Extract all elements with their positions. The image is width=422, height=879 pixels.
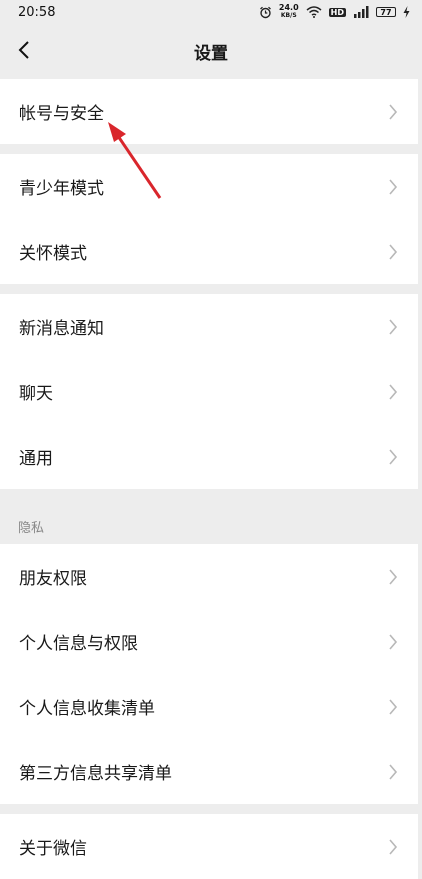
settings-item-label: 关于微信 — [19, 839, 87, 859]
settings-group-privacy: 朋友权限 个人信息与权限 个人信息收集清单 第三方信息共享清单 — [0, 544, 418, 804]
settings-group-account: 帐号与安全 — [0, 79, 418, 144]
settings-item-label: 第三方信息共享清单 — [19, 764, 172, 784]
back-arrow-icon — [18, 41, 29, 59]
settings-item-care-mode[interactable]: 关怀模式 — [0, 219, 418, 284]
settings-item-account-security[interactable]: 帐号与安全 — [0, 79, 418, 144]
chevron-right-icon — [389, 318, 398, 335]
settings-item-label: 聊天 — [19, 384, 53, 404]
settings-item-teen-mode[interactable]: 青少年模式 — [0, 154, 418, 219]
nav-header: 设置 — [0, 24, 422, 78]
charging-icon — [403, 6, 410, 18]
chevron-right-icon — [389, 838, 398, 855]
settings-item-label: 朋友权限 — [19, 569, 87, 589]
settings-item-about-wechat[interactable]: 关于微信 — [0, 814, 418, 879]
settings-group-general: 新消息通知 聊天 通用 — [0, 294, 418, 489]
chevron-right-icon — [389, 763, 398, 780]
settings-item-label: 通用 — [19, 449, 53, 469]
settings-item-friend-permissions[interactable]: 朋友权限 — [0, 544, 418, 609]
settings-item-label: 新消息通知 — [19, 319, 104, 339]
settings-item-third-party-sharing[interactable]: 第三方信息共享清单 — [0, 739, 418, 804]
battery-indicator: 77 — [376, 7, 396, 17]
status-time: 20:58 — [18, 4, 56, 20]
section-label-privacy: 隐私 — [18, 521, 45, 536]
settings-item-personal-info-permissions[interactable]: 个人信息与权限 — [0, 609, 418, 674]
settings-item-chat[interactable]: 聊天 — [0, 359, 418, 424]
hd-badge: HD — [328, 7, 346, 17]
settings-item-label: 个人信息收集清单 — [19, 699, 155, 719]
chevron-right-icon — [389, 383, 398, 400]
status-bar: 20:58 24.0 KB/S HD 77 — [0, 0, 422, 24]
back-button[interactable] — [10, 36, 38, 64]
page-title: 设置 — [194, 43, 228, 64]
signal-icon — [354, 6, 369, 18]
chevron-right-icon — [389, 178, 398, 195]
chevron-right-icon — [389, 568, 398, 585]
network-speed: 24.0 KB/S — [278, 3, 299, 20]
chevron-right-icon — [389, 103, 398, 120]
chevron-right-icon — [389, 698, 398, 715]
settings-item-label: 青少年模式 — [19, 179, 104, 199]
status-icons: 24.0 KB/S HD 77 — [259, 4, 410, 20]
settings-item-personal-info-list[interactable]: 个人信息收集清单 — [0, 674, 418, 739]
wifi-icon — [306, 6, 322, 18]
chevron-right-icon — [389, 243, 398, 260]
settings-item-notifications[interactable]: 新消息通知 — [0, 294, 418, 359]
settings-item-label: 个人信息与权限 — [19, 634, 138, 654]
settings-group-modes: 青少年模式 关怀模式 — [0, 154, 418, 284]
chevron-right-icon — [389, 448, 398, 465]
settings-item-general[interactable]: 通用 — [0, 424, 418, 489]
settings-item-label: 帐号与安全 — [19, 104, 104, 124]
chevron-right-icon — [389, 633, 398, 650]
settings-item-label: 关怀模式 — [19, 244, 87, 264]
settings-group-about: 关于微信 — [0, 814, 418, 879]
alarm-icon — [259, 6, 271, 18]
